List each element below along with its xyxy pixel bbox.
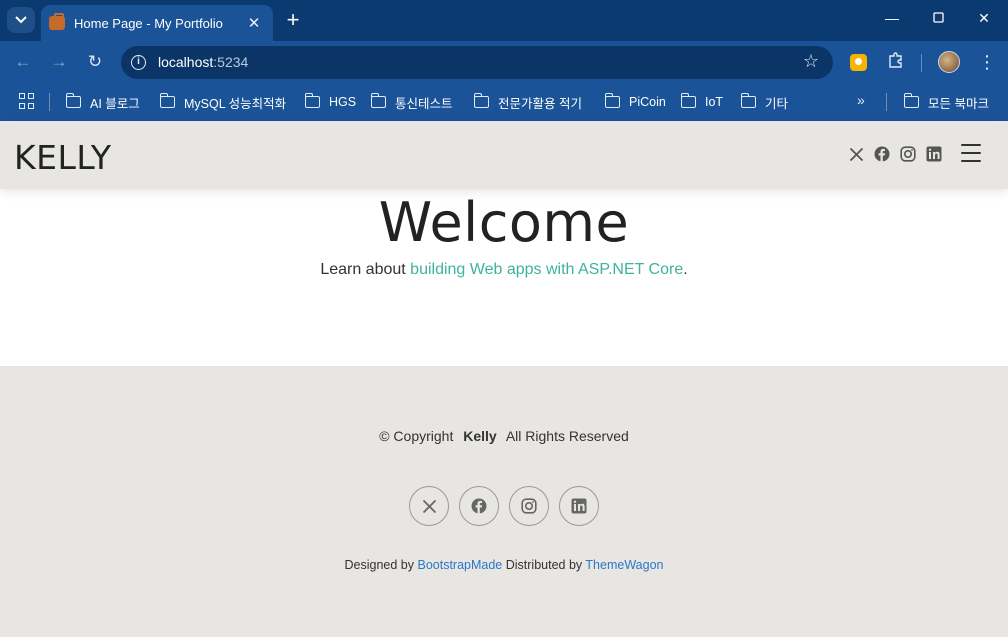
url-text: localhost:5234	[158, 54, 248, 70]
bookmark-label: 기타	[765, 96, 789, 111]
intro-text: Learn about building Web apps with ASP.N…	[0, 261, 1008, 279]
maximize-button[interactable]	[928, 10, 948, 26]
footer-x-link[interactable]	[409, 486, 449, 526]
designed-by-label: Designed by	[344, 558, 418, 572]
folder-icon	[680, 93, 696, 108]
bookmark-label: AI 블로그	[90, 96, 140, 111]
intro-suffix: .	[683, 261, 688, 278]
footer-social-links	[409, 486, 599, 526]
avatar[interactable]	[938, 51, 960, 73]
folder-icon	[65, 93, 81, 108]
bookmark-folder[interactable]: 기타	[740, 92, 789, 112]
close-icon[interactable]: ✕	[245, 14, 263, 32]
kebab-icon[interactable]: ⋮	[978, 51, 996, 73]
keep-extension-icon[interactable]	[850, 54, 867, 71]
bookmarks-bar: AI 블로그 MySQL 성능최적화 HGS 통신테스트 전문가활용 적기 Pi…	[0, 84, 1008, 121]
copyright-name: Kelly	[463, 428, 497, 444]
page-viewport: KELLY Welcome Learn about building Web a…	[0, 121, 1008, 637]
back-button[interactable]: ←	[12, 51, 34, 73]
folder-icon	[370, 93, 386, 108]
credits-text: Designed by BootstrapMade Distributed by…	[0, 558, 1008, 572]
footer-linkedin-link[interactable]	[559, 486, 599, 526]
folder-icon	[473, 93, 489, 108]
tab-title: Home Page - My Portfolio	[74, 15, 223, 31]
site-logo[interactable]: KELLY	[14, 138, 112, 177]
bookmark-label: 전문가활용 적기	[498, 96, 582, 111]
x-icon	[422, 499, 436, 513]
info-icon[interactable]: i	[131, 55, 146, 70]
copyright-text: © Copyright Kelly All Rights Reserved	[0, 428, 1008, 444]
bookmark-label: HGS	[329, 95, 357, 109]
bookmark-label: 모든 북마크	[928, 96, 989, 111]
aspnet-docs-link[interactable]: building Web apps with ASP.NET Core	[410, 261, 683, 278]
bookmark-label: MySQL 성능최적화	[184, 96, 287, 111]
distributed-by-label: Distributed by	[502, 558, 586, 572]
page-title: Welcome	[378, 191, 630, 254]
browser-tab-active[interactable]: Home Page - My Portfolio ✕	[41, 5, 273, 41]
reload-icon: ↻	[87, 52, 103, 71]
briefcase-icon	[49, 13, 65, 30]
url-host: localhost	[158, 54, 214, 70]
bookmark-folder[interactable]: PiCoin	[604, 92, 666, 112]
reload-button[interactable]: ↻	[84, 51, 106, 73]
forward-button[interactable]: →	[48, 51, 70, 73]
browser-titlebar: Home Page - My Portfolio ✕ + — ✕	[0, 0, 1008, 41]
folder-icon	[304, 93, 320, 108]
site-footer: © Copyright Kelly All Rights Reserved De…	[0, 366, 1008, 637]
copyright-prefix: © Copyright	[379, 428, 454, 444]
bookmark-folder[interactable]: 통신테스트	[370, 92, 453, 112]
footer-facebook-link[interactable]	[459, 486, 499, 526]
url-port: :5234	[213, 54, 249, 70]
facebook-icon[interactable]	[873, 145, 891, 163]
bookmark-folder[interactable]: MySQL 성능최적화	[159, 92, 287, 112]
hamburger-menu-icon[interactable]	[961, 144, 981, 162]
minimize-button[interactable]: —	[882, 10, 902, 26]
bookmark-folder[interactable]: HGS	[304, 92, 357, 112]
bookmarks-divider	[886, 93, 887, 111]
folder-icon	[159, 93, 175, 108]
bootstrapmade-link[interactable]: BootstrapMade	[417, 558, 502, 572]
copyright-suffix: All Rights Reserved	[505, 428, 629, 444]
double-chevron-icon[interactable]: »	[857, 92, 865, 108]
folder-icon	[903, 93, 919, 108]
linkedin-icon[interactable]	[925, 145, 943, 163]
all-bookmarks-folder[interactable]: 모든 북마크	[903, 92, 989, 112]
themewagon-link[interactable]: ThemeWagon	[585, 558, 663, 572]
folder-icon	[740, 93, 756, 108]
instagram-icon[interactable]	[899, 145, 917, 163]
folder-icon	[604, 93, 620, 108]
maximize-icon	[932, 12, 944, 23]
new-tab-button[interactable]: +	[283, 9, 303, 31]
facebook-icon	[471, 498, 487, 514]
intro-prefix: Learn about	[320, 261, 411, 278]
tab-list-button[interactable]	[7, 7, 35, 33]
bookmarks-divider	[49, 93, 50, 111]
apps-grid-icon[interactable]	[19, 93, 35, 109]
linkedin-icon	[571, 498, 587, 514]
toolbar-divider	[921, 54, 922, 72]
bookmark-folder[interactable]: AI 블로그	[65, 92, 140, 112]
bookmark-folder[interactable]: IoT	[680, 92, 724, 112]
footer-instagram-link[interactable]	[509, 486, 549, 526]
plus-icon: +	[286, 7, 300, 32]
puzzle-icon[interactable]	[886, 52, 906, 72]
site-header: KELLY	[0, 121, 1008, 189]
x-icon[interactable]	[847, 145, 865, 163]
bookmark-label: PiCoin	[629, 95, 666, 109]
bookmark-label: IoT	[705, 95, 724, 109]
arrow-right-icon: →	[50, 52, 68, 71]
window-close-button[interactable]: ✕	[974, 10, 994, 27]
star-icon[interactable]: ☆	[803, 51, 819, 72]
extensions-glyph	[889, 52, 902, 68]
bookmark-folder[interactable]: 전문가활용 적기	[473, 92, 582, 112]
browser-toolbar: ← → ↻ i localhost:5234 ☆ ⋮	[0, 41, 1008, 84]
bookmark-label: 통신테스트	[395, 96, 453, 111]
address-bar[interactable]: i localhost:5234 ☆	[121, 46, 833, 79]
chevron-down-icon	[15, 16, 27, 24]
instagram-icon	[521, 498, 537, 514]
arrow-left-icon: ←	[14, 52, 32, 71]
